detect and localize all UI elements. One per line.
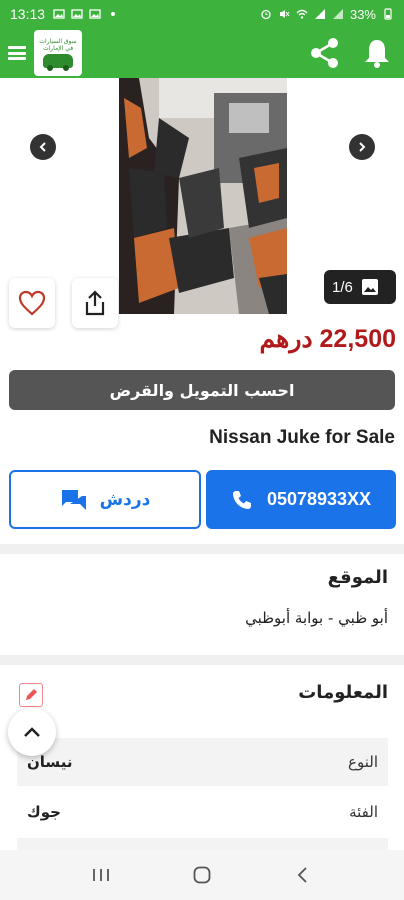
status-bar: 13:13 33% — [0, 0, 404, 28]
chat-label: دردش — [99, 489, 151, 510]
recent-apps-button[interactable] — [81, 860, 121, 890]
photo-gallery[interactable]: 1/6 — [0, 78, 404, 314]
chat-button[interactable]: دردش — [9, 470, 201, 529]
scroll-to-top-button[interactable] — [8, 708, 56, 756]
location-heading: الموقع — [327, 567, 388, 588]
info-row-partial — [17, 838, 388, 850]
listing-title: Nissan Juke for Sale — [209, 427, 395, 448]
location-value: أبو ظبي - بوابة أبوظبي — [245, 609, 388, 627]
price: 22,500 درهم — [259, 325, 396, 353]
chevron-left-icon — [39, 142, 46, 152]
favorite-button[interactable] — [9, 278, 55, 328]
info-row-key: الفئة — [349, 803, 378, 821]
wifi-icon — [296, 9, 308, 19]
chat-icon — [61, 489, 86, 510]
upload-share-icon — [85, 290, 105, 316]
dot-icon — [111, 12, 116, 16]
signal-icon — [314, 9, 325, 19]
mute-icon — [279, 10, 290, 18]
previous-photo-button[interactable] — [30, 134, 56, 160]
car-interior-photo[interactable] — [119, 78, 287, 314]
system-navigation-bar — [0, 850, 404, 900]
logo-text: سوق السيارات في الإمارات — [39, 38, 77, 52]
status-time: 13:13 — [10, 6, 46, 22]
alarm-icon — [261, 9, 271, 20]
bell-icon[interactable] — [362, 37, 392, 69]
call-button[interactable]: 05078933XX — [206, 470, 396, 529]
phone-number: 05078933XX — [266, 489, 372, 509]
gallery-notification-icon-3 — [89, 9, 101, 19]
finance-calculator-button[interactable]: احسب التمويل والقرض — [9, 370, 395, 410]
back-icon — [298, 867, 307, 883]
next-photo-button[interactable] — [349, 134, 375, 160]
phone-icon — [232, 490, 251, 509]
info-row-key: النوع — [348, 753, 378, 771]
back-button[interactable] — [283, 860, 323, 890]
signal-icon-2 — [332, 9, 343, 19]
photo-counter-text: 1/6 — [332, 278, 353, 296]
info-heading: المعلومات — [298, 682, 388, 703]
image-icon — [361, 279, 378, 295]
app-bar: سوق السيارات في الإمارات — [0, 28, 404, 78]
section-divider-2 — [0, 655, 404, 665]
chevron-up-icon — [24, 727, 40, 737]
photo-counter: 1/6 — [324, 270, 396, 304]
section-divider — [0, 544, 404, 554]
recent-apps-icon — [92, 869, 109, 881]
battery-icon — [384, 8, 392, 20]
heart-icon — [18, 290, 46, 316]
gallery-notification-icon — [53, 9, 65, 19]
car-icon — [43, 54, 73, 71]
battery-percent: 33% — [349, 6, 376, 22]
info-row: نيسان النوع — [17, 738, 388, 786]
status-notification-icons — [53, 8, 119, 20]
status-system-icons: 33% — [260, 7, 394, 22]
info-row-value: جوك — [27, 803, 61, 821]
chevron-right-icon — [359, 142, 366, 152]
home-button[interactable] — [182, 860, 222, 890]
share-listing-button[interactable] — [72, 278, 118, 328]
gallery-notification-icon-2 — [71, 9, 83, 19]
app-logo[interactable]: سوق السيارات في الإمارات — [34, 30, 82, 76]
menu-icon[interactable] — [8, 44, 26, 62]
info-row: جوك الفئة — [17, 788, 388, 836]
home-icon — [193, 866, 211, 884]
report-edit-icon[interactable] — [19, 683, 43, 707]
share-icon[interactable] — [308, 36, 342, 70]
